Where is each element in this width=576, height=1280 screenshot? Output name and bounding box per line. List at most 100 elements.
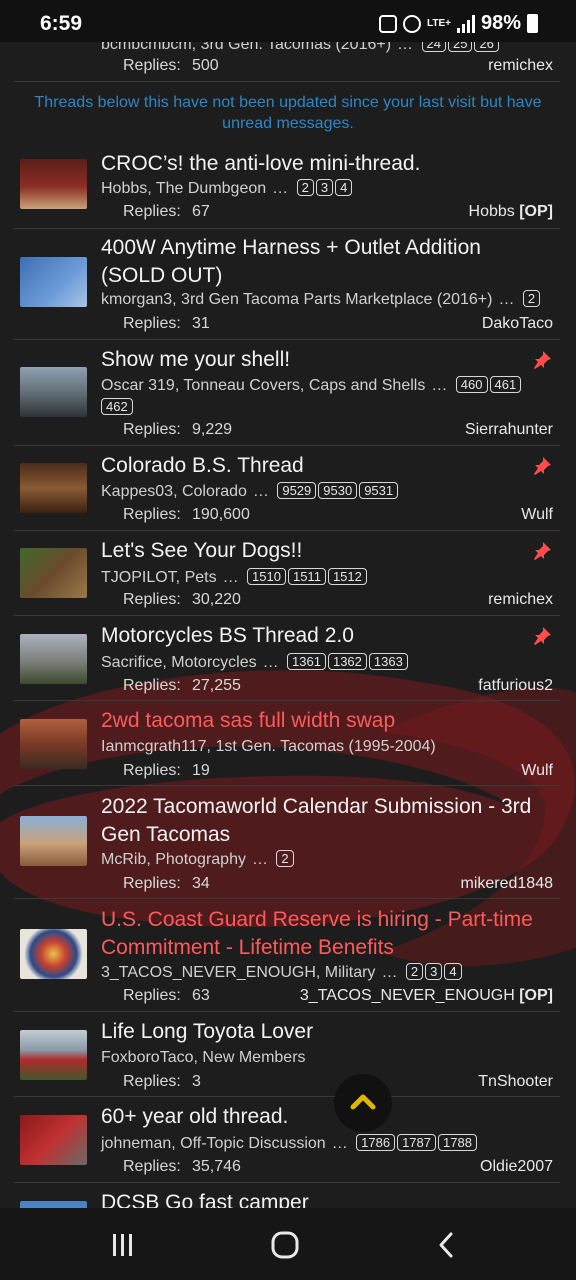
replies-count: 30,220 (192, 591, 241, 608)
last-poster[interactable]: TnShooter (478, 1073, 553, 1091)
last-poster[interactable]: remichex (488, 591, 553, 609)
thread-meta-pages: 462 (101, 397, 558, 419)
thread-title[interactable]: Motorcycles BS Thread 2.0 (101, 622, 546, 650)
thread-meta: kmorgan3, 3rd Gen Tacoma Parts Marketpla… (101, 289, 558, 311)
thread-thumbnail[interactable] (20, 634, 87, 684)
page-link[interactable]: 460 (455, 376, 488, 393)
page-link[interactable]: 2 (522, 290, 541, 307)
last-poster[interactable]: DakoTaco (482, 315, 553, 333)
thread-row[interactable]: U.S. Coast Guard Reserve is hiring - Par… (0, 899, 576, 1012)
page-link[interactable]: 1512 (327, 568, 367, 585)
thread-title[interactable]: 2wd tacoma sas full width swap (101, 707, 546, 735)
thread-thumbnail[interactable] (20, 719, 87, 769)
page-link[interactable]: 1511 (287, 568, 326, 585)
replies-count: 190,600 (192, 506, 250, 523)
unread-notice: Threads below this have not been updated… (34, 94, 542, 132)
thread-row[interactable]: Show me your shell! Oscar 319, Tonneau C… (0, 340, 576, 446)
thread-title[interactable]: 400W Anytime Harness + Outlet Addition (… (101, 234, 546, 290)
last-poster[interactable]: Hobbs [OP] (469, 203, 553, 221)
page-link[interactable]: 9529 (277, 482, 317, 499)
thread-row[interactable]: DCSB Go fast camper (0, 1183, 576, 1208)
thread-thumbnail[interactable] (20, 929, 87, 979)
page-link[interactable]: 461 (489, 376, 522, 393)
page-link[interactable]: 1362 (327, 653, 367, 670)
replies-count: 31 (192, 315, 210, 332)
thread-thumbnail[interactable] (20, 257, 87, 307)
thread-title[interactable]: Show me your shell! (101, 346, 546, 374)
battery-icon (527, 14, 538, 33)
back-icon[interactable] (432, 1230, 462, 1260)
thread-row[interactable]: Let's See Your Dogs!! TJOPILOT, Pets… 15… (0, 531, 576, 616)
thread-thumbnail[interactable] (20, 1201, 87, 1208)
page-link[interactable]: 4 (444, 963, 462, 980)
scroll-top-button[interactable] (334, 1074, 392, 1132)
pin-icon (534, 457, 551, 475)
page-link[interactable]: 1361 (287, 653, 326, 670)
page-link[interactable]: 9531 (359, 482, 399, 499)
page-link[interactable]: 25 (447, 42, 473, 52)
thread-thumbnail[interactable] (20, 816, 87, 866)
last-poster[interactable]: Wulf (521, 762, 553, 780)
last-poster[interactable]: 3_TACOS_NEVER_ENOUGH [OP] (300, 987, 553, 1005)
thread-title[interactable]: U.S. Coast Guard Reserve is hiring - Par… (101, 906, 546, 962)
page-link[interactable]: 1363 (368, 653, 408, 670)
page-link[interactable]: 1786 (356, 1134, 396, 1151)
last-poster[interactable]: mikered1848 (461, 875, 554, 893)
page-link[interactable]: 2 (405, 963, 424, 980)
thread-title[interactable]: DCSB Go fast camper (101, 1189, 546, 1208)
thread-title[interactable]: Let's See Your Dogs!! (101, 537, 546, 565)
thread-row[interactable]: CROC’s! the anti-love mini-thread. Hobbs… (0, 142, 576, 229)
thread-title[interactable]: 2022 Tacomaworld Calendar Submission - 3… (101, 793, 546, 849)
thread-thumbnail[interactable] (20, 1030, 87, 1080)
thread-thumbnail[interactable] (20, 367, 87, 417)
page-link[interactable]: 1510 (247, 568, 286, 585)
page-link[interactable]: 3 (315, 179, 334, 196)
status-icons: LTE+ 98% (378, 12, 538, 35)
lock-icon (378, 14, 397, 33)
page-link[interactable]: 9530 (318, 482, 358, 499)
recents-icon[interactable] (108, 1230, 138, 1260)
status-bar: 6:59 LTE+ 98% (0, 0, 576, 42)
last-poster[interactable]: fatfurious2 (478, 677, 553, 695)
page-link[interactable]: 3 (425, 963, 443, 980)
thread-title[interactable]: 60+ year old thread. (101, 1103, 546, 1131)
thread-row[interactable]: Life Long Toyota Lover FoxboroTaco, New … (0, 1012, 576, 1097)
thread-row[interactable]: 60+ year old thread. johneman, Off-Topic… (0, 1097, 576, 1183)
thread-row[interactable]: Motorcycles BS Thread 2.0 Sacrifice, Mot… (0, 616, 576, 701)
page-link[interactable]: 24 (421, 42, 446, 52)
replies-label: Replies: (123, 762, 181, 779)
page-link[interactable]: 26 (474, 42, 499, 52)
replies-label: Replies: (123, 987, 181, 1004)
thread-title[interactable]: CROC’s! the anti-love mini-thread. (101, 150, 546, 178)
page-link[interactable]: 1788 (438, 1134, 477, 1151)
replies-label: Replies: (123, 1158, 181, 1175)
thread-row-partial[interactable]: bcmbcmbcm, 3rd Gen. Tacomas (2016+)… 24 2… (0, 42, 576, 82)
thread-row[interactable]: 400W Anytime Harness + Outlet Addition (… (0, 229, 576, 340)
page-link[interactable]: 2 (296, 179, 314, 196)
thread-row[interactable]: 2022 Tacomaworld Calendar Submission - 3… (0, 786, 576, 899)
page-link[interactable]: 462 (101, 398, 133, 415)
thread-row[interactable]: Colorado B.S. Thread Kappes03, Colorado…… (0, 446, 576, 531)
page-link[interactable]: 1787 (397, 1134, 436, 1151)
thread-thumbnail[interactable] (20, 1115, 87, 1165)
home-icon[interactable] (270, 1230, 300, 1260)
thread-title[interactable]: Life Long Toyota Lover (101, 1018, 546, 1046)
pin-icon (534, 542, 551, 560)
network-type: LTE+ (426, 18, 451, 29)
thread-thumbnail[interactable] (20, 548, 87, 598)
thread-meta: Hobbs, The Dumbgeon… 234 (101, 178, 558, 200)
thread-thumbnail[interactable] (20, 463, 87, 513)
replies-label: Replies: (123, 506, 181, 523)
thread-row[interactable]: 2wd tacoma sas full width swap Ianmcgrat… (0, 701, 576, 786)
last-poster[interactable]: Oldie2007 (480, 1158, 553, 1176)
thread-list[interactable]: bcmbcmbcm, 3rd Gen. Tacomas (2016+)… 24 2… (0, 42, 576, 1208)
thread-meta: Ianmcgrath117, 1st Gen. Tacomas (1995-20… (101, 738, 436, 755)
page-link[interactable]: 2 (276, 850, 294, 867)
thread-title[interactable]: Colorado B.S. Thread (101, 452, 546, 480)
thread-meta: johneman, Off-Topic Discussion… 1786 1787… (101, 1133, 558, 1155)
thread-thumbnail[interactable] (20, 159, 87, 209)
page-link[interactable]: 4 (335, 179, 353, 196)
last-poster[interactable]: Sierrahunter (465, 421, 553, 439)
last-poster[interactable]: remichex (488, 57, 553, 75)
last-poster[interactable]: Wulf (521, 506, 553, 524)
